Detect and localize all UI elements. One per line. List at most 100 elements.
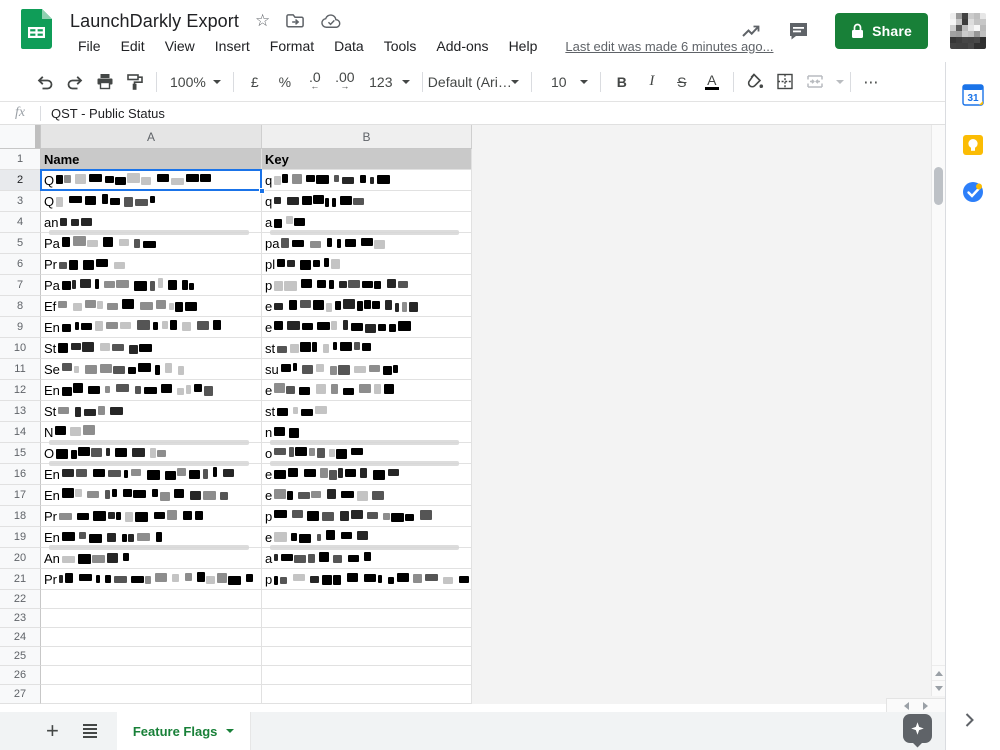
move-folder-icon[interactable] — [286, 13, 305, 29]
show-side-panel-icon[interactable] — [964, 712, 975, 728]
cell-B12[interactable]: e — [262, 380, 472, 401]
more-toolbar-button[interactable]: ⋯ — [858, 68, 886, 96]
cell-B25[interactable] — [262, 647, 472, 666]
cell-A6[interactable]: Pr — [41, 254, 262, 275]
all-sheets-icon[interactable] — [83, 724, 97, 738]
explore-button[interactable] — [903, 714, 932, 743]
text-color-button[interactable]: A — [698, 68, 726, 96]
paint-format-icon[interactable] — [121, 68, 149, 96]
user-avatar[interactable] — [950, 13, 986, 49]
sheets-logo-icon[interactable] — [21, 9, 52, 49]
redo-icon[interactable] — [61, 68, 89, 96]
cell-B18[interactable]: p — [262, 506, 472, 527]
google-calendar-icon[interactable]: 31 — [962, 84, 984, 106]
cell-B23[interactable] — [262, 609, 472, 628]
bold-button[interactable]: B — [608, 68, 636, 96]
menu-view[interactable]: View — [157, 36, 203, 56]
cell-B6[interactable]: pl — [262, 254, 472, 275]
menu-file[interactable]: File — [70, 36, 109, 56]
cell-A20[interactable]: An — [41, 548, 262, 569]
cell-A10[interactable]: St — [41, 338, 262, 359]
row-header-13[interactable]: 13 — [0, 401, 41, 422]
row-header-14[interactable]: 14 — [0, 422, 41, 443]
cell-A2[interactable]: Q — [41, 170, 262, 191]
google-tasks-icon[interactable] — [962, 181, 984, 203]
merge-cells-icon[interactable] — [801, 68, 829, 96]
formula-bar[interactable]: fx QST - Public Status — [0, 102, 945, 125]
cell-A18[interactable]: Pr — [41, 506, 262, 527]
spreadsheet-grid[interactable]: A B 1NameKey2Qq3Qq4ana5Papa6Prpl7Pap8Efe… — [0, 125, 945, 704]
cell-A26[interactable] — [41, 666, 262, 685]
row-header-20[interactable]: 20 — [0, 548, 41, 569]
zoom-select[interactable]: 100% — [163, 68, 227, 96]
cell-A8[interactable]: Ef — [41, 296, 262, 317]
cell-B3[interactable]: q — [262, 191, 472, 212]
row-header-25[interactable]: 25 — [0, 647, 41, 666]
menu-help[interactable]: Help — [501, 36, 546, 56]
increase-decimal-button[interactable]: .00→ — [331, 68, 359, 96]
cell-B10[interactable]: st — [262, 338, 472, 359]
cell-A25[interactable] — [41, 647, 262, 666]
star-icon[interactable]: ☆ — [255, 11, 270, 31]
insights-icon[interactable] — [740, 21, 762, 41]
undo-icon[interactable] — [31, 68, 59, 96]
cell-B11[interactable]: su — [262, 359, 472, 380]
formula-value[interactable]: QST - Public Status — [51, 106, 165, 121]
cell-B13[interactable]: st — [262, 401, 472, 422]
row-header-3[interactable]: 3 — [0, 191, 41, 212]
row-header-22[interactable]: 22 — [0, 590, 41, 609]
row-header-5[interactable]: 5 — [0, 233, 41, 254]
font-size-select[interactable]: 10 — [538, 68, 594, 96]
cell-B17[interactable]: e — [262, 485, 472, 506]
sheet-tab-menu-icon[interactable] — [226, 729, 234, 733]
column-header-a[interactable]: A — [41, 125, 262, 149]
cell-A1[interactable]: Name — [41, 149, 262, 170]
italic-button[interactable]: I — [638, 68, 666, 96]
cell-A7[interactable]: Pa — [41, 275, 262, 296]
cell-A23[interactable] — [41, 609, 262, 628]
cell-B27[interactable] — [262, 685, 472, 704]
fill-color-icon[interactable] — [741, 68, 769, 96]
more-formats-select[interactable]: 123 — [360, 68, 416, 96]
row-header-12[interactable]: 12 — [0, 380, 41, 401]
cell-B22[interactable] — [262, 590, 472, 609]
row-header-18[interactable]: 18 — [0, 506, 41, 527]
row-header-11[interactable]: 11 — [0, 359, 41, 380]
menu-addons[interactable]: Add-ons — [428, 36, 496, 56]
row-header-4[interactable]: 4 — [0, 212, 41, 233]
strikethrough-button[interactable]: S — [668, 68, 696, 96]
row-header-10[interactable]: 10 — [0, 338, 41, 359]
cell-A11[interactable]: Se — [41, 359, 262, 380]
vertical-scrollbar-thumb[interactable] — [934, 167, 943, 205]
scroll-up-icon[interactable] — [932, 665, 946, 680]
cell-A3[interactable]: Q — [41, 191, 262, 212]
vertical-scrollbar[interactable] — [931, 125, 945, 696]
font-select[interactable]: Default (Ari… — [429, 68, 525, 96]
horizontal-scrollbar[interactable] — [886, 698, 945, 712]
row-header-1[interactable]: 1 — [0, 149, 41, 170]
select-all-corner[interactable] — [0, 125, 41, 149]
cell-B1[interactable]: Key — [262, 149, 472, 170]
cell-B24[interactable] — [262, 628, 472, 647]
add-sheet-button[interactable]: + — [46, 722, 59, 740]
menu-format[interactable]: Format — [262, 36, 322, 56]
fill-handle[interactable] — [259, 188, 265, 194]
menu-tools[interactable]: Tools — [376, 36, 425, 56]
format-percent-button[interactable]: % — [271, 68, 299, 96]
menu-edit[interactable]: Edit — [113, 36, 153, 56]
format-currency-button[interactable]: £ — [241, 68, 269, 96]
cell-A22[interactable] — [41, 590, 262, 609]
scroll-right-icon[interactable] — [923, 702, 928, 710]
document-title[interactable]: LaunchDarkly Export — [70, 11, 239, 32]
cell-B2[interactable]: q — [262, 170, 472, 191]
cell-B7[interactable]: p — [262, 275, 472, 296]
row-header-2[interactable]: 2 — [0, 170, 41, 191]
row-header-9[interactable]: 9 — [0, 317, 41, 338]
cell-A12[interactable]: En — [41, 380, 262, 401]
cell-A27[interactable] — [41, 685, 262, 704]
cell-B26[interactable] — [262, 666, 472, 685]
column-header-b[interactable]: B — [262, 125, 472, 149]
menu-insert[interactable]: Insert — [207, 36, 258, 56]
row-header-7[interactable]: 7 — [0, 275, 41, 296]
row-header-21[interactable]: 21 — [0, 569, 41, 590]
